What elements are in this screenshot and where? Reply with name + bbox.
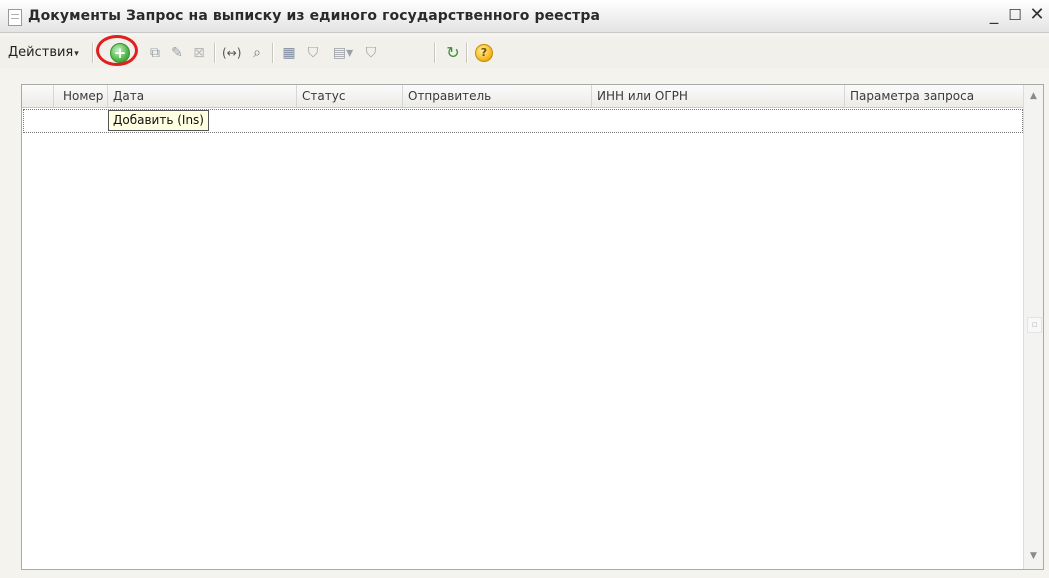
table-header: Номер Дата Статус Отправитель ИНН или ОГ… <box>22 85 1025 108</box>
close-button[interactable]: ✕ <box>1028 6 1046 24</box>
column-status[interactable]: Статус <box>297 85 403 107</box>
title-bar: Документы Запрос на выписку из единого г… <box>0 0 1049 33</box>
toolbar-separator <box>466 43 468 63</box>
hierarchy-toggle-icon[interactable]: (↔) <box>222 44 241 62</box>
maximize-button[interactable]: ☐ <box>1006 6 1024 24</box>
scroll-down-icon[interactable]: ▼ <box>1027 551 1040 563</box>
column-inn-ogrn[interactable]: ИНН или ОГРН <box>592 85 845 107</box>
row-marker-column <box>22 85 54 107</box>
filter-list-icon[interactable]: ▤▾ <box>328 44 358 62</box>
toolbar-separator <box>214 43 216 63</box>
chevron-down-icon: ▾ <box>74 49 79 59</box>
help-icon[interactable]: ? <box>475 44 493 62</box>
delete-icon[interactable]: ⊠ <box>190 44 208 62</box>
edit-icon[interactable]: ✎ <box>168 44 186 62</box>
refresh-icon[interactable]: ↻ <box>444 44 462 62</box>
documents-table[interactable]: Номер Дата Статус Отправитель ИНН или ОГ… <box>21 84 1044 570</box>
actions-menu-label: Действия <box>8 45 74 60</box>
clear-filter-icon[interactable]: ⛉ <box>362 44 380 62</box>
column-date[interactable]: Дата <box>108 85 297 107</box>
search-icon[interactable]: ⌕ <box>248 44 266 62</box>
toolbar: Действия▾ ⧉ ✎ ⊠ (↔) ⌕ ▦ ⛉ ▤▾ ⛉ ↻ <box>0 37 1049 68</box>
toolbar-separator <box>434 43 436 63</box>
actions-menu-button[interactable]: Действия▾ <box>8 45 79 60</box>
toolbar-separator <box>272 43 274 63</box>
vertical-scrollbar[interactable]: ▲ ▫ ▼ <box>1023 85 1043 569</box>
add-button-highlight <box>96 35 138 66</box>
scroll-up-icon[interactable]: ▲ <box>1027 91 1040 103</box>
filter-icon[interactable]: ⛉ <box>304 44 322 62</box>
document-icon <box>8 9 22 26</box>
window-title: Документы Запрос на выписку из единого г… <box>28 8 601 24</box>
scroll-thumb[interactable]: ▫ <box>1027 317 1042 333</box>
add-tooltip: Добавить (Ins) <box>108 110 209 131</box>
copy-icon[interactable]: ⧉ <box>146 44 164 62</box>
minimize-button[interactable]: _ <box>985 6 1003 24</box>
toolbar-separator <box>92 43 94 63</box>
documents-list-window: Документы Запрос на выписку из единого г… <box>0 0 1049 578</box>
column-sender[interactable]: Отправитель <box>403 85 592 107</box>
filter-settings-icon[interactable]: ▦ <box>280 44 298 62</box>
column-number[interactable]: Номер <box>54 85 108 107</box>
column-request-parameters[interactable]: Параметра запроса <box>845 85 1025 107</box>
